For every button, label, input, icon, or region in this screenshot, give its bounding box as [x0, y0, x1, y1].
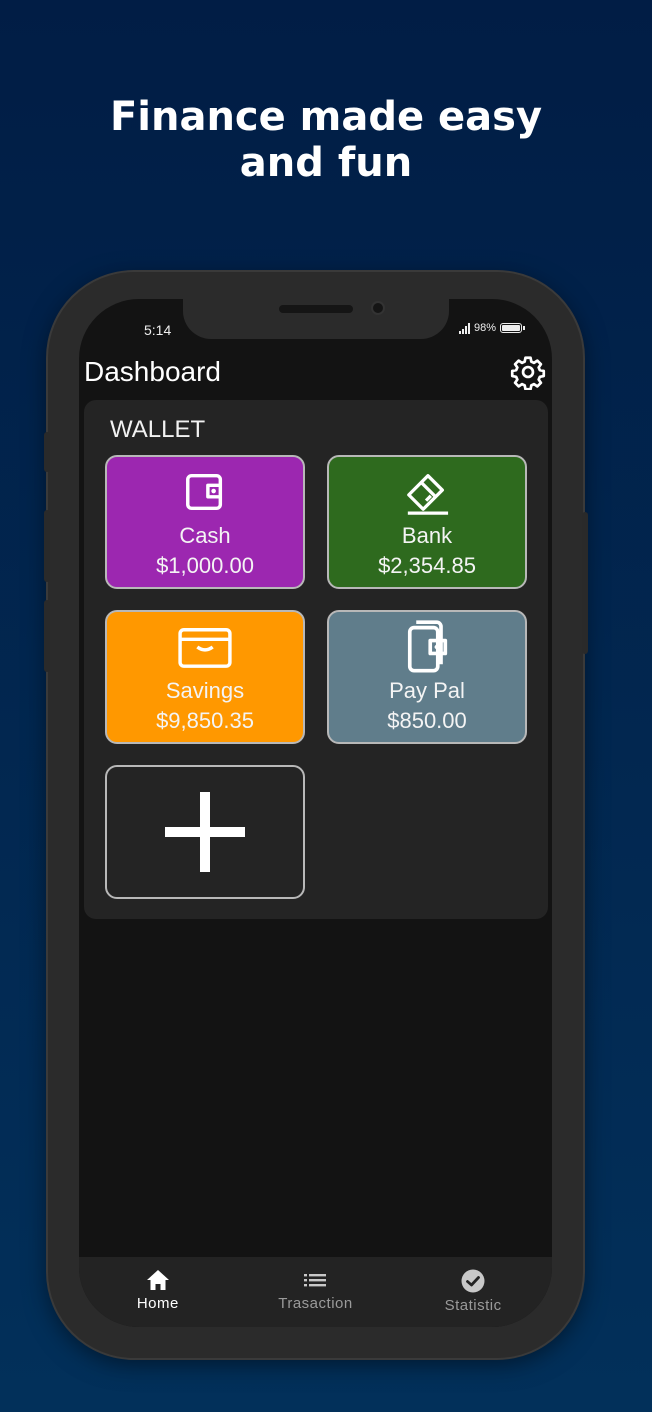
battery-icon: [500, 323, 525, 333]
headline-line-1: Finance made easy: [109, 94, 543, 140]
wallet-panel: WALLET Cash $1,000.00 Bank $2,354.85 Sav…: [84, 400, 548, 919]
card-name: Cash: [179, 523, 231, 548]
card-amount: $850.00: [387, 708, 467, 733]
card-name: Savings: [165, 678, 245, 703]
app-header: Dashboard: [79, 345, 552, 399]
card-amount: $9,850.35: [156, 708, 254, 733]
signal-icon: [458, 322, 470, 334]
status-time: 5:14: [144, 322, 172, 338]
gear-icon: [510, 356, 546, 390]
wallet-card-paypal[interactable]: Pay Pal $850.00: [327, 610, 527, 744]
home-icon: [146, 1270, 169, 1290]
speaker-grille: [279, 305, 353, 313]
nav-item-statistic[interactable]: Statistic: [403, 1269, 543, 1314]
pouch-icon: [178, 628, 232, 668]
nav-item-transaction[interactable]: Trasaction: [245, 1269, 385, 1312]
phone-volume-up: [44, 510, 50, 582]
page-title: Dashboard: [84, 356, 221, 387]
phone-notch: [183, 299, 449, 339]
bottom-nav: Home Trasaction Statistic: [79, 1257, 552, 1327]
nav-label: Home: [136, 1295, 179, 1312]
phone-side-button: [44, 432, 50, 472]
plus-icon: [165, 792, 245, 872]
settings-button[interactable]: [510, 354, 546, 390]
headline-line-2: and fun: [239, 140, 413, 186]
add-wallet-button[interactable]: [105, 765, 305, 899]
nav-label: Trasaction: [278, 1295, 353, 1312]
phone-screen: 5:14 98% Dashboard WALLET Cash $1,000.00…: [79, 299, 552, 1327]
check-circle-icon: [461, 1269, 485, 1293]
status-icons: 98%: [458, 322, 525, 334]
card-name: Pay Pal: [389, 678, 465, 703]
wallet-label: WALLET: [110, 416, 206, 443]
card-amount: $2,354.85: [378, 553, 476, 578]
nav-item-home[interactable]: Home: [88, 1269, 228, 1312]
card-amount: $1,000.00: [156, 553, 254, 578]
wallet-card-savings[interactable]: Savings $9,850.35: [105, 610, 305, 744]
front-camera: [371, 301, 385, 315]
card-name: Bank: [401, 523, 453, 548]
phone-power-button: [582, 512, 588, 654]
credit-card-icon: [407, 474, 449, 515]
wallet-icon: [186, 473, 223, 511]
headline: Finance made easy and fun: [0, 94, 652, 186]
nav-label: Statistic: [444, 1297, 502, 1314]
phone-volume-down: [44, 600, 50, 672]
mobile-wallet-icon: [407, 620, 448, 673]
wallet-card-bank[interactable]: Bank $2,354.85: [327, 455, 527, 589]
battery-percent: 98%: [473, 322, 496, 334]
wallet-card-cash[interactable]: Cash $1,000.00: [105, 455, 305, 589]
list-icon: [304, 1274, 327, 1287]
